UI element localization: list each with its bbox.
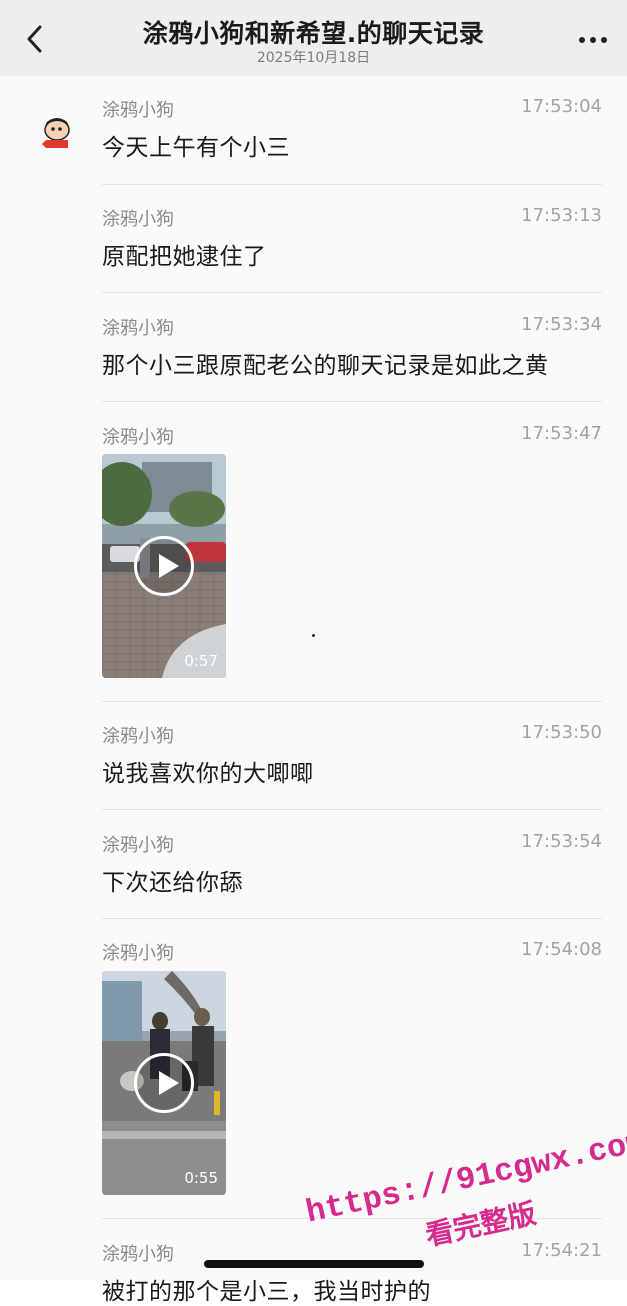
message-text: 那个小三跟原配老公的聊天记录是如此之黄 bbox=[102, 353, 549, 379]
sender-name: 涂鸦小狗 bbox=[102, 427, 174, 448]
message-item[interactable]: 涂鸦小狗 17:53:13 原配把她逮住了 bbox=[102, 205, 602, 270]
divider bbox=[102, 292, 602, 293]
play-icon bbox=[134, 536, 194, 596]
message-item[interactable]: 涂鸦小狗 17:53:50 说我喜欢你的大唧唧 bbox=[102, 722, 602, 787]
chat-header: 涂鸦小狗和新希望.的聊天记录 2025年10月18日 bbox=[0, 0, 627, 76]
message-time: 17:53:34 bbox=[521, 314, 602, 335]
play-icon bbox=[134, 1053, 194, 1113]
divider bbox=[102, 401, 602, 402]
video-duration: 0:57 bbox=[184, 652, 218, 670]
divider bbox=[102, 701, 602, 702]
avatar[interactable] bbox=[38, 114, 76, 152]
more-dots-icon bbox=[579, 37, 607, 43]
divider bbox=[102, 184, 602, 185]
sender-name: 涂鸦小狗 bbox=[102, 726, 174, 747]
message-text: 被打的那个是小三，我当时护的 bbox=[102, 1279, 431, 1305]
message-text: 说我喜欢你的大唧唧 bbox=[102, 761, 314, 787]
message-time: 17:53:50 bbox=[521, 722, 602, 743]
message-item[interactable]: 涂鸦小狗 17:53:47 bbox=[102, 423, 602, 449]
message-time: 17:53:47 bbox=[521, 423, 602, 444]
chat-title: 涂鸦小狗和新希望.的聊天记录 bbox=[142, 19, 485, 48]
stray-dot bbox=[312, 634, 315, 637]
more-button[interactable] bbox=[575, 26, 611, 54]
message-item[interactable]: 涂鸦小狗 17:53:34 那个小三跟原配老公的聊天记录是如此之黄 bbox=[102, 314, 602, 379]
message-item[interactable]: 涂鸦小狗 17:53:04 今天上午有个小三 bbox=[102, 96, 602, 161]
divider bbox=[102, 809, 602, 810]
message-item[interactable]: 涂鸦小狗 17:53:54 下次还给你舔 bbox=[102, 831, 602, 896]
divider bbox=[102, 918, 602, 919]
message-item[interactable]: 涂鸦小狗 17:54:08 bbox=[102, 939, 602, 965]
message-time: 17:53:54 bbox=[521, 831, 602, 852]
message-time: 17:54:08 bbox=[521, 939, 602, 960]
sender-name: 涂鸦小狗 bbox=[102, 100, 174, 121]
chat-date: 2025年10月18日 bbox=[256, 50, 371, 66]
message-time: 17:53:04 bbox=[521, 96, 602, 117]
sender-name: 涂鸦小狗 bbox=[102, 943, 174, 964]
message-text: 今天上午有个小三 bbox=[102, 135, 290, 161]
sender-name: 涂鸦小狗 bbox=[102, 835, 174, 856]
message-text: 原配把她逮住了 bbox=[102, 244, 267, 270]
message-text: 下次还给你舔 bbox=[102, 870, 243, 896]
video-thumbnail[interactable]: 0:57 bbox=[102, 454, 226, 678]
sender-name: 涂鸦小狗 bbox=[102, 209, 174, 230]
video-duration: 0:55 bbox=[184, 1169, 218, 1187]
video-thumbnail[interactable]: 0:55 bbox=[102, 971, 226, 1195]
home-indicator[interactable] bbox=[204, 1260, 424, 1268]
sender-name: 涂鸦小狗 bbox=[102, 318, 174, 339]
sender-name: 涂鸦小狗 bbox=[102, 1244, 174, 1265]
message-time: 17:53:13 bbox=[521, 205, 602, 226]
message-time: 17:54:21 bbox=[521, 1240, 602, 1261]
